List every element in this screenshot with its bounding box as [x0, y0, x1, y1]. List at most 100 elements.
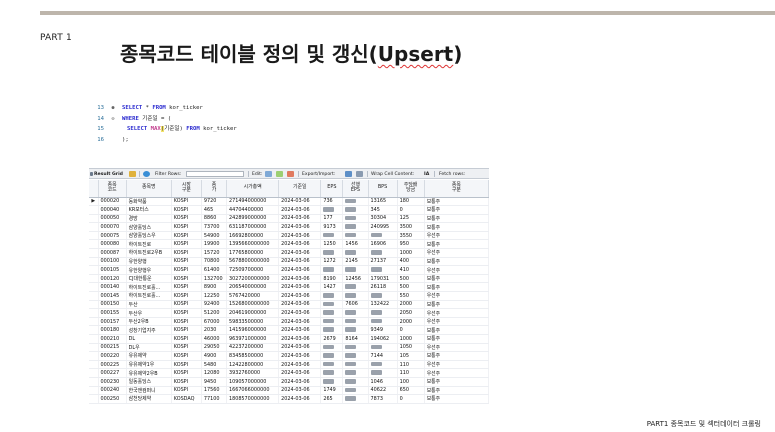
table-cell[interactable]: 2024-03-06 [278, 265, 322, 275]
row-header[interactable] [89, 222, 99, 232]
table-cell[interactable]: NULL [320, 300, 344, 310]
table-cell[interactable]: 8860 [201, 214, 227, 224]
table-cell[interactable]: 400 [397, 257, 425, 267]
table-cell[interactable]: NULL [368, 368, 398, 378]
table-cell[interactable]: 000080 [98, 239, 127, 250]
row-header[interactable] [89, 343, 99, 353]
table-row[interactable]: 000140 하이트진로홀... KOSPI 8900 206540000000 2024… [89, 282, 489, 293]
table-cell[interactable]: 51200 [201, 308, 227, 318]
table-cell[interactable]: 125 [397, 214, 425, 224]
table-cell[interactable]: 7144 [368, 351, 398, 361]
row-header[interactable] [89, 291, 99, 301]
table-cell[interactable]: 보통주 [424, 205, 489, 215]
table-row[interactable]: 000105 유한양행우 KOSPI 61400 72509700000 2024-03-… [89, 265, 489, 275]
table-cell[interactable]: 유한양행우 [126, 265, 172, 275]
table-cell[interactable]: 000210 [98, 334, 127, 344]
row-header[interactable] [89, 368, 99, 378]
table-cell[interactable]: 13165 [368, 197, 398, 207]
table-cell[interactable]: NULL [320, 360, 344, 370]
table-cell[interactable]: 77100 [201, 394, 227, 404]
table-cell[interactable]: 우선주 [424, 343, 489, 353]
table-cell[interactable]: 000100 [98, 257, 127, 267]
table-cell[interactable]: 1046 [368, 377, 398, 387]
table-cell[interactable]: NULL [342, 214, 369, 224]
table-cell[interactable]: NULL [320, 265, 344, 275]
table-cell[interactable]: 2000 [397, 300, 425, 310]
row-header[interactable] [89, 282, 99, 293]
table-cell[interactable]: 2024-03-06 [278, 368, 322, 378]
column-header[interactable]: 종 가 [201, 180, 227, 198]
table-cell[interactable]: NULL [320, 231, 344, 241]
table-cell[interactable]: 000155 [98, 308, 127, 318]
table-cell[interactable]: KOSPI [171, 343, 202, 353]
table-cell[interactable]: 27137 [368, 257, 398, 267]
table-cell[interactable]: 242899000000 [226, 214, 280, 224]
table-cell[interactable]: 12250 [201, 291, 227, 301]
table-cell[interactable]: 7606 [342, 300, 369, 310]
table-cell[interactable]: 우선주 [424, 291, 489, 301]
column-header[interactable]: 시장 구분 [171, 180, 202, 198]
table-cell[interactable]: 2024-03-06 [278, 257, 322, 267]
column-header[interactable]: EPS [320, 180, 344, 198]
table-cell[interactable]: 보통주 [424, 325, 489, 335]
table-cell[interactable]: 3027200000000 [226, 274, 280, 284]
table-cell[interactable]: 우선주 [424, 265, 489, 275]
table-cell[interactable]: 179031 [368, 274, 398, 284]
table-cell[interactable]: DL우 [126, 343, 172, 353]
table-cell[interactable]: 3500 [397, 222, 425, 232]
table-cell[interactable]: 92400 [201, 300, 227, 310]
table-cell[interactable]: 2024-03-06 [278, 300, 322, 310]
table-cell[interactable]: 110 [397, 360, 425, 370]
table-cell[interactable]: KOSPI [171, 222, 202, 232]
table-cell[interactable]: NULL [342, 282, 369, 293]
table-cell[interactable]: 3932760000 [226, 368, 280, 378]
table-cell[interactable]: 우선주 [424, 308, 489, 318]
table-cell[interactable]: 1395660000000 [226, 239, 280, 250]
table-cell[interactable]: NULL [342, 386, 369, 396]
table-cell[interactable]: KOSPI [171, 231, 202, 241]
table-cell[interactable]: 194062 [368, 334, 398, 344]
table-cell[interactable]: 9173 [320, 222, 344, 232]
table-cell[interactable]: 100 [397, 377, 425, 387]
table-cell[interactable]: 9450 [201, 377, 227, 387]
table-cell[interactable]: 삼천당제약 [126, 394, 172, 404]
table-row[interactable]: 000080 하이트진로 KOSPI 19900 1395660000000 2024-0… [89, 239, 489, 250]
table-cell[interactable]: NULL [368, 265, 398, 275]
result-grid-tab[interactable]: Result Grid [94, 172, 123, 177]
table-cell[interactable]: 12422800000 [226, 360, 280, 370]
table-cell[interactable]: 240995 [368, 222, 398, 232]
table-cell[interactable]: 000220 [98, 351, 127, 361]
table-cell[interactable]: KOSPI [171, 317, 202, 327]
table-cell[interactable]: 000075 [98, 231, 127, 241]
export-icon[interactable] [345, 171, 352, 177]
table-row[interactable]: 000180 성창기업지주 KOSPI 2030 141596000000 2024-03… [89, 325, 489, 335]
table-cell[interactable]: 경방 [126, 214, 172, 224]
table-cell[interactable]: 보통주 [424, 222, 489, 232]
code-text[interactable]: WHERE 기준일 = ( [122, 114, 171, 125]
table-cell[interactable]: NULL [342, 317, 369, 327]
table-cell[interactable]: 2024-03-06 [278, 360, 322, 370]
table-cell[interactable]: 000020 [98, 197, 127, 207]
table-cell[interactable]: 271494000000 [226, 197, 280, 207]
current-row-arrow-icon[interactable]: ▶ [89, 197, 99, 207]
table-cell[interactable]: NULL [368, 360, 398, 370]
table-cell[interactable]: KOSPI [171, 308, 202, 318]
table-cell[interactable]: 1250 [320, 239, 344, 250]
table-cell[interactable]: NULL [320, 291, 344, 301]
table-cell[interactable]: 000230 [98, 377, 127, 387]
table-cell[interactable]: 보통주 [424, 239, 489, 250]
table-cell[interactable]: NULL [342, 197, 369, 207]
table-cell[interactable]: 177 [320, 214, 344, 224]
table-row[interactable]: 000155 두산우 KOSPI 51200 204619000000 2024-03-0… [89, 308, 489, 318]
table-cell[interactable]: KOSPI [171, 386, 202, 396]
row-header[interactable] [89, 317, 99, 327]
edit-row-icon[interactable] [265, 171, 272, 177]
table-cell[interactable]: 500 [397, 282, 425, 293]
table-cell[interactable]: 54900 [201, 231, 227, 241]
table-cell[interactable]: 70800 [201, 257, 227, 267]
table-cell[interactable]: NULL [368, 248, 398, 258]
code-text[interactable]: SELECT MAX(기준일) FROM kor_ticker [127, 124, 237, 135]
table-row[interactable]: 000240 한국앤컴퍼니 KOSPI 17560 1667066000000 2024-… [89, 386, 489, 396]
table-cell[interactable]: 26118 [368, 282, 398, 293]
row-header[interactable] [89, 325, 99, 335]
